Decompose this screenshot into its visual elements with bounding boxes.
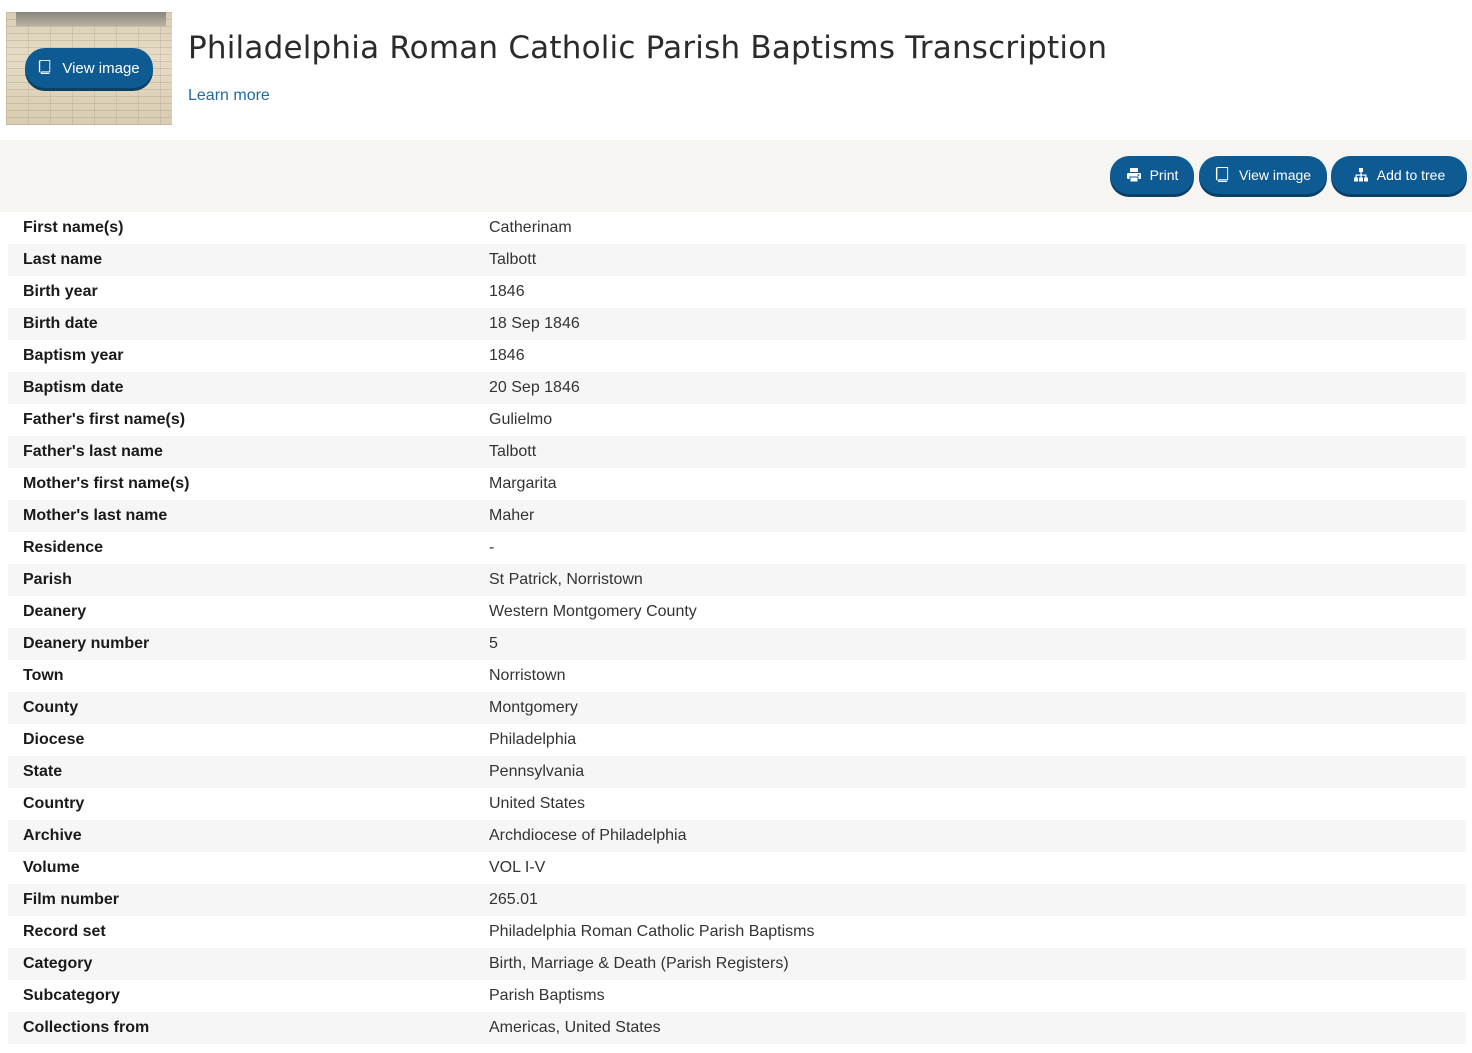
table-row: Volume VOL I-V (8, 852, 1466, 884)
table-row: Category Birth, Marriage & Death (Parish … (8, 948, 1466, 980)
field-value: Western Montgomery County (489, 603, 697, 620)
thumbnail-view-image-label: View image (62, 59, 140, 77)
field-label: Residence (23, 539, 104, 556)
table-row: Birth date 18 Sep 1846 (8, 308, 1466, 340)
field-label: Father's last name (23, 443, 163, 460)
action-toolbar: Print View image Add to tree (0, 140, 1472, 212)
table-row: Town Norristown (8, 660, 1466, 692)
field-value: 1846 (489, 283, 525, 300)
field-label: Volume (23, 859, 80, 876)
field-value: St Patrick, Norristown (489, 571, 643, 588)
field-label: Record set (23, 923, 106, 940)
field-value: Parish Baptisms (489, 987, 605, 1004)
table-row: Diocese Philadelphia (8, 724, 1466, 756)
field-label: Mother's last name (23, 507, 168, 524)
field-value: 5 (489, 635, 498, 652)
field-value: Catherinam (489, 219, 572, 236)
table-row: Mother's first name(s) Margarita (8, 468, 1466, 500)
field-value: Philadelphia Roman Catholic Parish Bapti… (489, 923, 815, 940)
record-image-thumbnail[interactable]: View image (6, 12, 172, 125)
thumbnail-image-strip (16, 12, 166, 26)
record-header: View image Philadelphia Roman Catholic P… (0, 0, 1472, 140)
field-value: Margarita (489, 475, 557, 492)
table-row: Collections from Americas, United States (8, 1012, 1466, 1044)
table-row: Subcategory Parish Baptisms (8, 980, 1466, 1012)
field-value: Talbott (489, 443, 537, 460)
field-label: Film number (23, 891, 120, 908)
table-row: Last name Talbott (8, 244, 1466, 276)
transcription-table: First name(s) Catherinam Last name Talbott B… (8, 212, 1466, 1044)
field-label: First name(s) (23, 219, 124, 236)
field-label: Baptism year (23, 347, 124, 364)
table-row: Parish St Patrick, Norristown (8, 564, 1466, 596)
sitemap-icon (1353, 167, 1369, 183)
field-value: VOL I-V (489, 859, 546, 876)
table-row: Record set Philadelphia Roman Catholic Pa… (8, 916, 1466, 948)
view-image-label: View image (1238, 167, 1312, 183)
field-value: Pennsylvania (489, 763, 585, 780)
table-row: Birth year 1846 (8, 276, 1466, 308)
table-row: Mother's last name Maher (8, 500, 1466, 532)
learn-more-link[interactable]: Learn more (188, 87, 270, 105)
field-label: Collections from (23, 1019, 150, 1036)
add-to-tree-label: Add to tree (1376, 167, 1446, 183)
field-label: Last name (23, 251, 103, 268)
table-row: County Montgomery (8, 692, 1466, 724)
table-row: Baptism year 1846 (8, 340, 1466, 372)
table-row: Residence - (8, 532, 1466, 564)
field-label: Category (23, 955, 93, 972)
view-image-button[interactable]: View image (1199, 156, 1327, 194)
table-row: Baptism date 20 Sep 1846 (8, 372, 1466, 404)
field-label: Birth year (23, 283, 98, 300)
table-row: First name(s) Catherinam (8, 212, 1466, 244)
field-label: Deanery (23, 603, 87, 620)
field-label: Subcategory (23, 987, 120, 1004)
table-row: Archive Archdiocese of Philadelphia (8, 820, 1466, 852)
field-label: Baptism date (23, 379, 124, 396)
field-value: - (489, 539, 495, 556)
thumbnail-view-image-button[interactable]: View image (25, 48, 153, 88)
field-label: Town (23, 667, 64, 684)
field-value: Philadelphia (489, 731, 577, 748)
field-label: Father's first name(s) (23, 411, 186, 428)
field-value: Americas, United States (489, 1019, 661, 1036)
field-value: Gulielmo (489, 411, 553, 428)
field-value: Birth, Marriage & Death (Parish Register… (489, 955, 789, 972)
page-title: Philadelphia Roman Catholic Parish Bapti… (188, 30, 1108, 66)
field-value: Archdiocese of Philadelphia (489, 827, 687, 844)
table-row: Father's first name(s) Gulielmo (8, 404, 1466, 436)
table-row: State Pennsylvania (8, 756, 1466, 788)
field-value: United States (489, 795, 586, 812)
field-label: Archive (23, 827, 82, 844)
field-value: Montgomery (489, 699, 578, 716)
field-label: Parish (23, 571, 72, 588)
field-label: State (23, 763, 63, 780)
field-label: County (23, 699, 79, 716)
field-label: Mother's first name(s) (23, 475, 190, 492)
printer-icon (1126, 167, 1142, 183)
print-label: Print (1149, 167, 1179, 183)
add-to-tree-button[interactable]: Add to tree (1331, 156, 1467, 194)
table-row: Country United States (8, 788, 1466, 820)
field-value: 18 Sep 1846 (489, 315, 580, 332)
field-value: 1846 (489, 347, 525, 364)
table-row: Deanery number 5 (8, 628, 1466, 660)
table-row: Film number 265.01 (8, 884, 1466, 916)
table-row: Deanery Western Montgomery County (8, 596, 1466, 628)
field-value: 265.01 (489, 891, 538, 908)
field-value: Talbott (489, 251, 537, 268)
book-icon (38, 60, 54, 76)
field-value: Norristown (489, 667, 566, 684)
field-label: Country (23, 795, 85, 812)
field-label: Deanery number (23, 635, 150, 652)
field-label: Birth date (23, 315, 98, 332)
field-value: 20 Sep 1846 (489, 379, 580, 396)
book-icon (1215, 167, 1231, 183)
field-label: Diocese (23, 731, 85, 748)
field-value: Maher (489, 507, 535, 524)
table-row: Father's last name Talbott (8, 436, 1466, 468)
print-button[interactable]: Print (1110, 156, 1194, 194)
